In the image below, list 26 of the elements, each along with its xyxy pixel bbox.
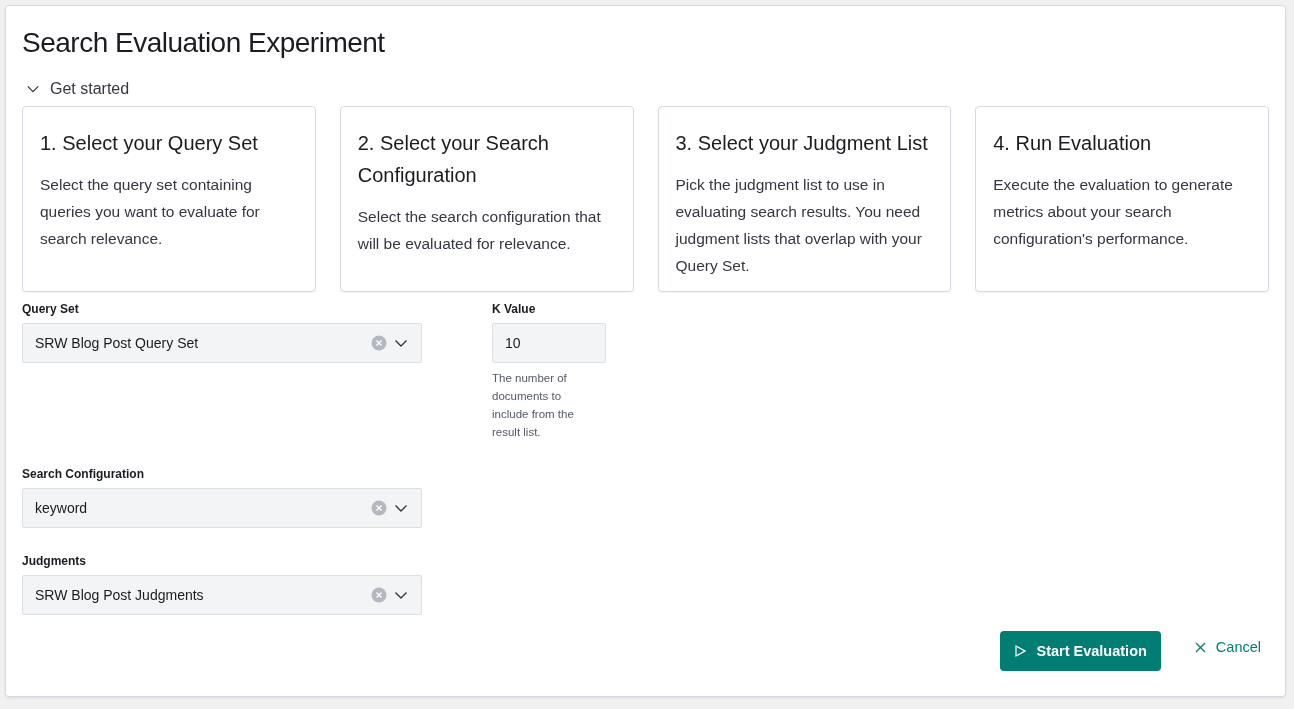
step-title: 1. Select your Query Set: [40, 131, 259, 156]
selected-value: SRW Blog Post Query Set: [35, 335, 200, 351]
combo-box[interactable]: SRW Blog Post Query Set: [22, 323, 422, 363]
step-title: 3. Select your Judgment List: [675, 131, 929, 156]
field-label: Query Set: [22, 302, 80, 316]
page-title: Search Evaluation Experiment: [22, 26, 386, 60]
step-description: Select the search configuration that will be evaluated for relevance.: [357, 207, 602, 254]
step-title: 4. Run Evaluation: [993, 131, 1153, 156]
help-text: The number of documents to include from the result list.: [492, 371, 575, 440]
close-icon: [1194, 641, 1206, 653]
combo-box[interactable]: keyword: [22, 488, 422, 528]
field-label: Judgments: [22, 554, 87, 568]
start-evaluation-button[interactable]: Start Evaluation: [1000, 631, 1161, 671]
selected-value: SRW Blog Post Judgments: [35, 587, 205, 603]
combo-box[interactable]: SRW Blog Post Judgments: [22, 575, 422, 615]
step-description: Select the query set containing queries you want to evaluate for search relevance.: [40, 175, 261, 249]
field-label: K Value: [492, 302, 537, 316]
cancel-button[interactable]: Cancel: [1194, 639, 1261, 655]
step-description: Pick the judgment list to use in evaluating search results. You need judgment lists that overlap with your Query Set.: [675, 175, 923, 276]
step-title: 2. Select your Search Configuration: [357, 131, 550, 188]
get-started-toggle[interactable]: Get started: [26, 80, 130, 98]
selected-value: keyword: [35, 500, 89, 516]
k-value-input[interactable]: 10: [492, 323, 606, 363]
play-icon: [1014, 645, 1027, 657]
step-description: Execute the evaluation to generate metrics about your search configuration's performance.: [993, 175, 1234, 249]
field-label: Search Configuration: [22, 467, 145, 481]
